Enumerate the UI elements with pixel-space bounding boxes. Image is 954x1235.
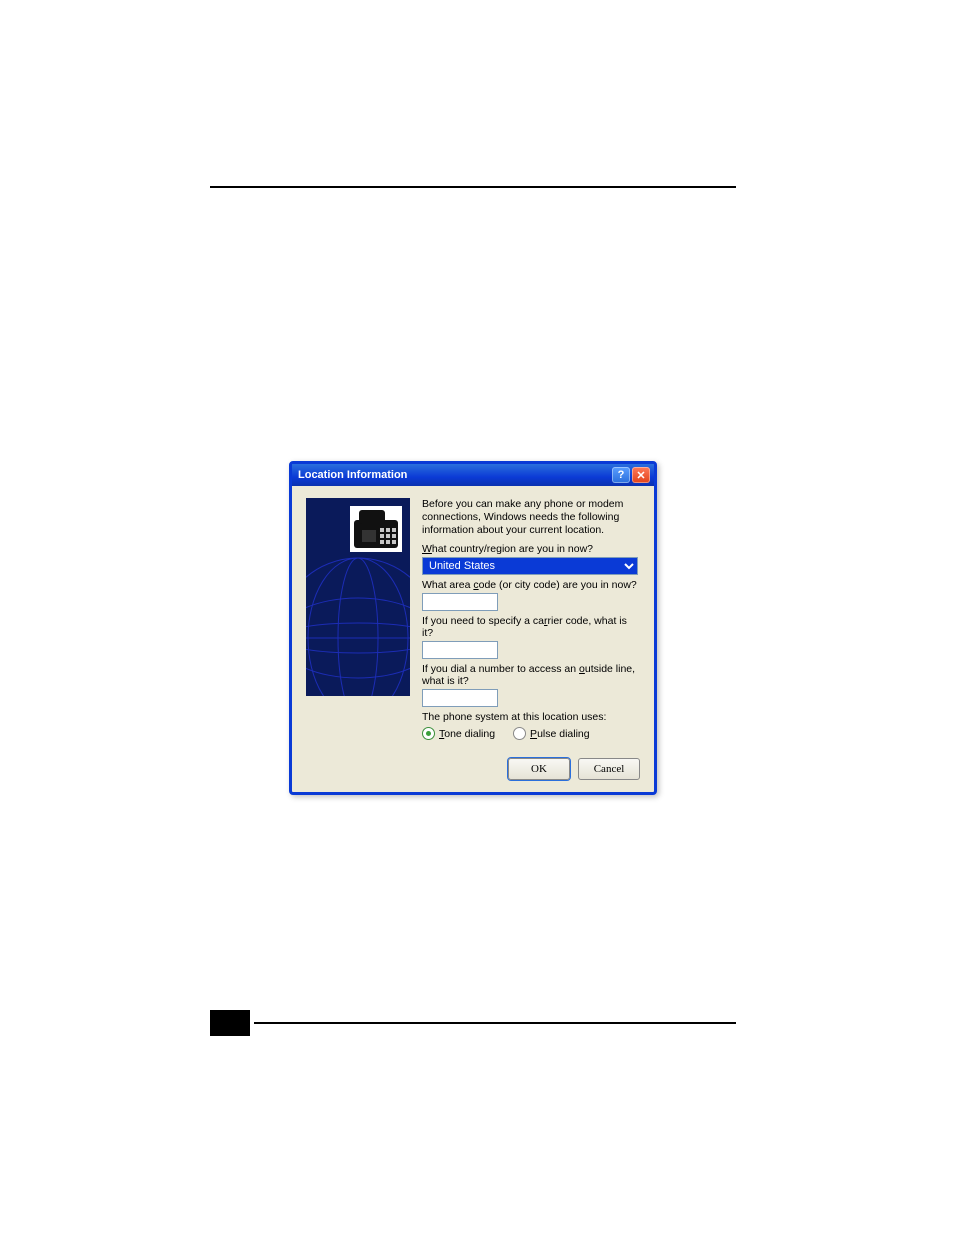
outside-line-label: If you dial a number to access an outsid… <box>422 663 640 687</box>
cancel-button[interactable]: Cancel <box>578 758 640 780</box>
phone-system-label: The phone system at this location uses: <box>422 711 640 723</box>
tone-dialing-radio[interactable]: Tone dialing <box>422 727 495 740</box>
dialog-graphic <box>306 498 410 696</box>
area-code-input[interactable] <box>422 593 498 611</box>
country-select[interactable]: United States <box>422 557 638 575</box>
radio-on-icon <box>422 727 435 740</box>
pulse-dialing-radio[interactable]: Pulse dialing <box>513 727 590 740</box>
help-button[interactable]: ? <box>612 467 630 483</box>
dialog-title: Location Information <box>296 469 610 481</box>
top-rule <box>210 186 736 188</box>
globe-fax-icon <box>306 498 410 696</box>
close-icon: ✕ <box>636 469 645 482</box>
ok-button[interactable]: OK <box>508 758 570 780</box>
titlebar[interactable]: Location Information ? ✕ <box>292 464 654 486</box>
country-label: What country/region are you in now? <box>422 543 640 555</box>
radio-off-icon <box>513 727 526 740</box>
help-icon: ? <box>618 469 625 481</box>
area-code-label: What area code (or city code) are you in… <box>422 579 640 591</box>
location-information-dialog: Location Information ? ✕ <box>289 461 657 795</box>
outside-line-input[interactable] <box>422 689 498 707</box>
carrier-code-label: If you need to specify a carrier code, w… <box>422 615 640 639</box>
close-button[interactable]: ✕ <box>632 467 650 483</box>
page-number-block <box>210 1010 250 1036</box>
footer-rule <box>210 1010 736 1042</box>
carrier-code-input[interactable] <box>422 641 498 659</box>
intro-text: Before you can make any phone or modem c… <box>422 498 640 537</box>
